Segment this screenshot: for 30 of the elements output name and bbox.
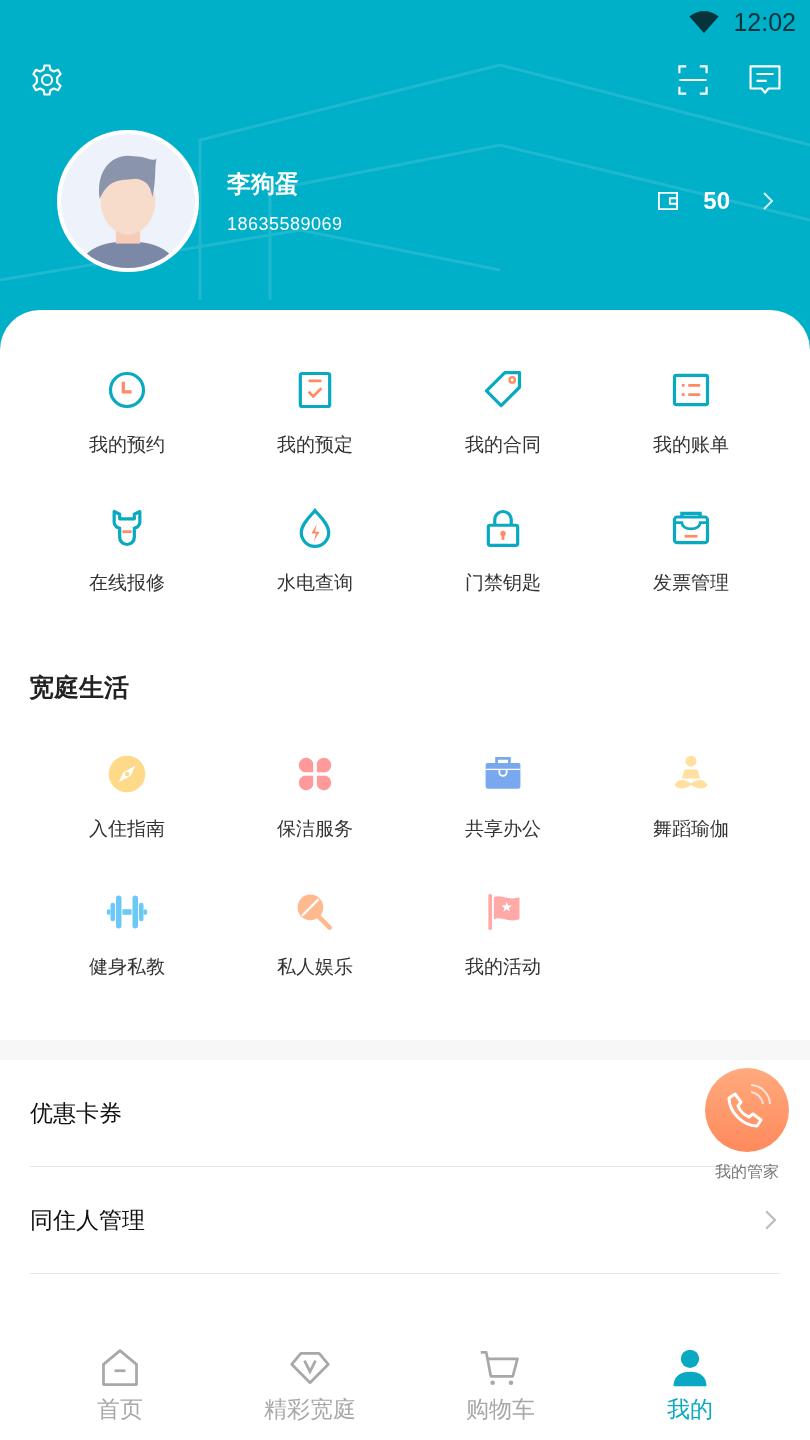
- service-label[interactable]: 共享办公: [465, 816, 541, 842]
- service-label[interactable]: 我的活动: [465, 954, 541, 980]
- section-title: 宽庭生活: [29, 672, 130, 704]
- service-label[interactable]: 我的合同: [465, 432, 541, 458]
- service-label[interactable]: 健身私教: [89, 954, 165, 980]
- service-label[interactable]: 我的预定: [277, 432, 353, 458]
- menu-item[interactable]: 同住人管理: [30, 1204, 145, 1236]
- service-label[interactable]: 我的账单: [653, 432, 729, 458]
- service-label[interactable]: 入住指南: [89, 816, 165, 842]
- status-time: 12:02: [733, 7, 796, 37]
- butler-label: 我的管家: [715, 1162, 779, 1183]
- service-label[interactable]: 我的预约: [89, 432, 165, 458]
- wallet-icon: [657, 191, 680, 211]
- service-label[interactable]: 保洁服务: [277, 816, 353, 842]
- user-name: 李狗蛋: [227, 168, 300, 200]
- scan-icon[interactable]: [676, 63, 710, 97]
- phone-call-button[interactable]: [705, 1068, 789, 1152]
- chevron-icon[interactable]: [765, 1210, 776, 1230]
- service-label[interactable]: 舞蹈瑜伽: [653, 816, 729, 842]
- menu-item[interactable]: 优惠卡券: [30, 1097, 122, 1129]
- settings-icon[interactable]: [30, 63, 64, 97]
- phone-number: 18635589069: [227, 213, 343, 235]
- message-icon[interactable]: [748, 63, 782, 97]
- service-label[interactable]: 发票管理: [653, 570, 729, 596]
- service-label[interactable]: 水电查询: [277, 570, 353, 596]
- service-label[interactable]: 门禁钥匙: [465, 570, 541, 596]
- service-label[interactable]: 在线报修: [89, 570, 165, 596]
- avatar[interactable]: [57, 130, 199, 272]
- service-label[interactable]: 私人娱乐: [277, 954, 353, 980]
- wifi-icon: [689, 11, 720, 33]
